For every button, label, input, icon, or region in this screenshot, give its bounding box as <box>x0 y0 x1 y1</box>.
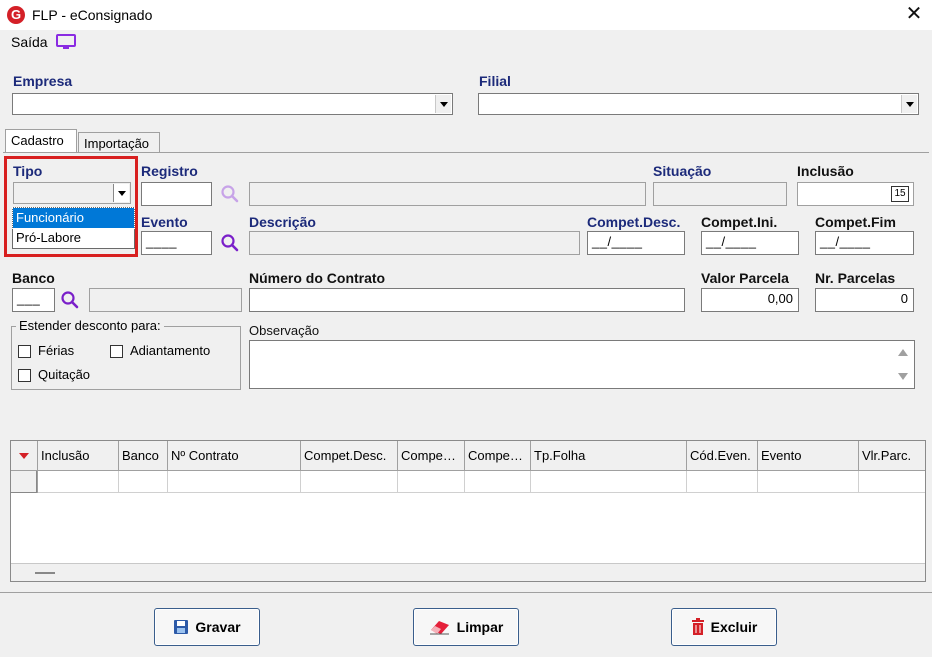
registro-nome-field <box>249 182 646 206</box>
numero-contrato-label: Número do Contrato <box>249 270 386 286</box>
cell-cod-evento[interactable] <box>687 471 758 493</box>
descricao-label: Descrição <box>249 214 316 230</box>
empresa-label: Empresa <box>13 73 73 89</box>
observacao-textarea[interactable] <box>249 340 915 389</box>
highlight-box <box>4 156 138 257</box>
col-compet-desc[interactable]: Compet.Desc. <box>301 441 398 470</box>
compet-fim-label: Compet.Fim <box>815 214 896 230</box>
search-icon[interactable] <box>220 184 240 204</box>
close-button[interactable]: ✕ <box>896 0 932 30</box>
observacao-label: Observação <box>249 323 320 338</box>
nr-parcelas-input[interactable]: 0 <box>815 288 914 312</box>
col-inclusao[interactable]: Inclusão <box>38 441 119 470</box>
cell-tp-folha[interactable] <box>531 471 687 493</box>
excluir-label: Excluir <box>710 619 758 635</box>
cell-inclusao[interactable] <box>38 471 119 493</box>
quitacao-checkbox[interactable] <box>18 369 31 382</box>
situacao-field <box>653 182 787 206</box>
inclusao-label: Inclusão <box>797 163 854 179</box>
filial-combo[interactable] <box>478 93 919 115</box>
col-compet-ini[interactable]: Compe… <box>398 441 465 470</box>
limpar-label: Limpar <box>456 619 504 635</box>
situacao-label: Situação <box>653 163 712 179</box>
adiantamento-label: Adiantamento <box>130 343 211 358</box>
grid-footer <box>11 563 925 581</box>
tab-cadastro[interactable]: Cadastro <box>5 129 77 153</box>
evento-input[interactable]: ____ <box>141 231 212 255</box>
inclusao-date-field[interactable]: 15 <box>797 182 914 206</box>
compet-desc-label: Compet.Desc. <box>587 214 681 230</box>
compet-ini-label: Compet.Ini. <box>701 214 778 230</box>
scroll-down-icon[interactable] <box>898 373 908 380</box>
sort-indicator[interactable] <box>11 441 38 470</box>
adiantamento-checkbox[interactable] <box>110 345 123 358</box>
eraser-icon <box>429 621 449 635</box>
trash-icon <box>691 618 704 635</box>
ferias-label: Férias <box>38 343 75 358</box>
valor-parcela-input[interactable]: 0,00 <box>701 288 799 312</box>
col-compet-fim[interactable]: Compe… <box>465 441 531 470</box>
descricao-field <box>249 231 580 255</box>
compet-ini-input[interactable]: __/____ <box>701 231 799 255</box>
banco-input[interactable]: ___ <box>12 288 55 312</box>
scroll-up-icon[interactable] <box>898 349 908 356</box>
estender-desconto-title: Estender desconto para: <box>16 318 164 333</box>
banco-label: Banco <box>12 270 55 286</box>
grid-header: Inclusão Banco Nº Contrato Compet.Desc. … <box>11 441 925 471</box>
floppy-disk-icon <box>174 620 189 634</box>
numero-contrato-input[interactable] <box>249 288 685 312</box>
registro-label: Registro <box>141 163 198 179</box>
limpar-button[interactable]: Limpar <box>413 608 519 646</box>
app-logo-icon: G <box>7 6 25 24</box>
monitor-icon[interactable] <box>56 34 76 50</box>
col-vlr-parc[interactable]: Vlr.Parc. <box>859 441 925 470</box>
compet-fim-input[interactable]: __/____ <box>815 231 914 255</box>
col-cod-evento[interactable]: Cód.Even. <box>687 441 758 470</box>
cell-compet-desc[interactable] <box>301 471 398 493</box>
ferias-checkbox[interactable] <box>18 345 31 358</box>
cell-numero-contrato[interactable] <box>168 471 301 493</box>
calendar-icon[interactable]: 15 <box>891 186 909 202</box>
chevron-down-icon[interactable] <box>435 95 451 113</box>
empresa-combo[interactable] <box>12 93 453 115</box>
registro-input[interactable] <box>141 182 212 206</box>
excluir-button[interactable]: Excluir <box>671 608 777 646</box>
contracts-grid[interactable]: Inclusão Banco Nº Contrato Compet.Desc. … <box>10 440 926 582</box>
window-title: FLP - eConsignado <box>32 7 153 23</box>
quitacao-label: Quitação <box>38 367 91 382</box>
evento-label: Evento <box>141 214 188 230</box>
chevron-down-icon[interactable] <box>901 95 917 113</box>
col-evento[interactable]: Evento <box>758 441 859 470</box>
search-icon[interactable] <box>220 233 240 253</box>
footer-dash <box>35 572 55 574</box>
gravar-button[interactable]: Gravar <box>154 608 260 646</box>
nr-parcelas-label: Nr. Parcelas <box>815 270 896 286</box>
col-numero-contrato[interactable]: Nº Contrato <box>168 441 301 470</box>
tab-panel-border <box>3 152 929 153</box>
table-row[interactable] <box>11 471 925 493</box>
valor-parcela-label: Valor Parcela <box>701 270 789 286</box>
tab-importacao[interactable]: Importação <box>78 132 160 153</box>
sort-down-icon <box>19 453 29 459</box>
banco-nome-field <box>89 288 242 312</box>
cell-banco[interactable] <box>119 471 168 493</box>
cell-vlr-parc[interactable] <box>859 471 925 493</box>
col-banco[interactable]: Banco <box>119 441 168 470</box>
compet-desc-input[interactable]: __/____ <box>587 231 685 255</box>
menu-saida[interactable]: Saída <box>11 34 48 50</box>
col-tp-folha[interactable]: Tp.Folha <box>531 441 687 470</box>
gravar-label: Gravar <box>195 619 241 635</box>
cell-compet-ini[interactable] <box>398 471 465 493</box>
search-icon[interactable] <box>60 290 80 310</box>
row-indicator[interactable] <box>11 471 38 493</box>
cell-evento[interactable] <box>758 471 859 493</box>
cell-compet-fim[interactable] <box>465 471 531 493</box>
filial-label: Filial <box>479 73 511 89</box>
